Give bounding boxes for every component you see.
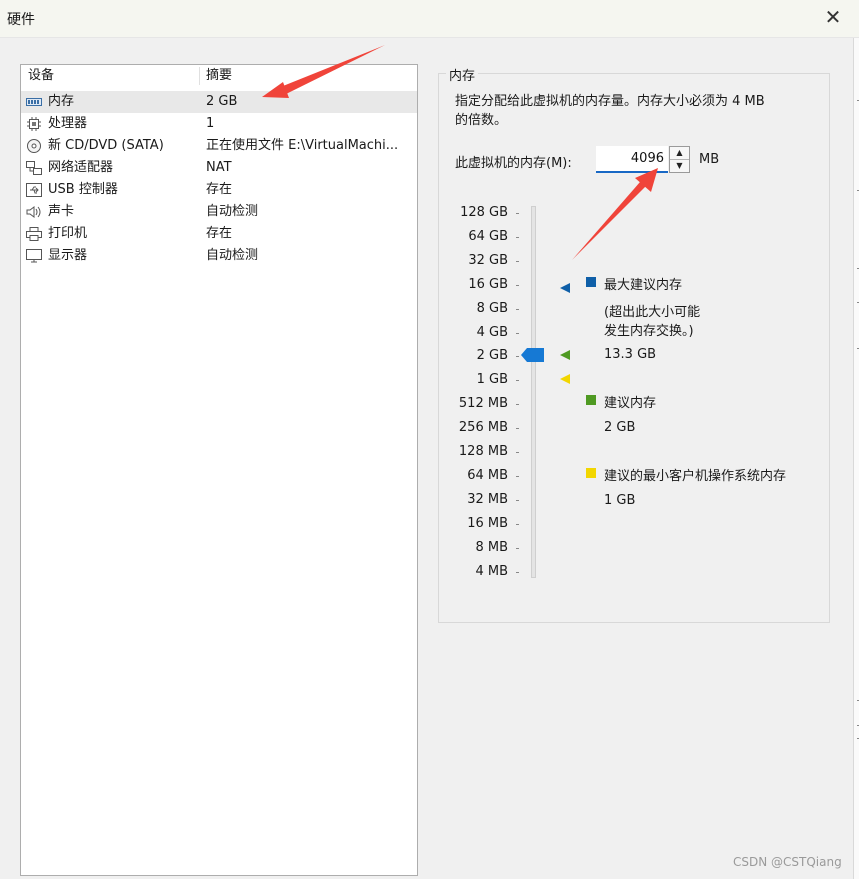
scale-label: 2 GB xyxy=(476,348,508,363)
max-recommended-swatch xyxy=(586,277,596,287)
memory-description-line1: 指定分配给此虚拟机的内存量。内存大小必须为 4 MB xyxy=(455,94,765,109)
scale-tick xyxy=(516,237,519,238)
memory-spinner[interactable]: ▲ ▼ xyxy=(669,146,690,173)
scale-label: 512 MB xyxy=(458,396,508,411)
max-recommended-title: 最大建议内存 xyxy=(604,278,683,293)
device-row-usb[interactable]: USB 控制器 存在 xyxy=(21,179,417,201)
device-name: 内存 xyxy=(48,94,75,109)
memory-icon xyxy=(26,98,42,106)
scale-tick xyxy=(516,524,519,525)
scale-tick xyxy=(516,572,519,573)
scale-tick xyxy=(516,333,519,334)
scale-tick xyxy=(516,452,519,453)
max-recommended-note-line2: 发生内存交换。) xyxy=(604,324,694,339)
device-summary: NAT xyxy=(206,160,232,175)
scale-tick xyxy=(516,309,519,310)
device-name: USB 控制器 xyxy=(48,182,118,197)
sound-card-icon xyxy=(26,206,41,218)
processor-icon xyxy=(27,117,41,131)
scale-label: 4 GB xyxy=(476,325,508,340)
device-row-sound[interactable]: 声卡 自动检测 xyxy=(21,201,417,223)
spin-up-icon[interactable]: ▲ xyxy=(670,147,689,160)
scale-tick xyxy=(516,548,519,549)
spin-down-icon[interactable]: ▼ xyxy=(670,160,689,172)
min-recommended-swatch xyxy=(586,468,596,478)
max-recommended-value: 13.3 GB xyxy=(604,347,657,362)
memory-description-line2: 的倍数。 xyxy=(455,113,508,128)
scale-label: 64 GB xyxy=(468,229,508,244)
title-bar: 硬件 ✕ xyxy=(0,0,859,38)
printer-icon xyxy=(26,227,42,241)
device-row-network[interactable]: 网络适配器 NAT xyxy=(21,157,417,179)
memory-description: 指定分配给此虚拟机的内存量。内存大小必须为 4 MB 的倍数。 xyxy=(455,92,825,130)
max-recommended-marker xyxy=(560,283,570,293)
memory-size-input[interactable] xyxy=(596,146,668,173)
device-summary: 自动检测 xyxy=(206,204,259,219)
recommended-title: 建议内存 xyxy=(604,396,657,411)
column-separator[interactable] xyxy=(199,67,200,85)
device-name: 声卡 xyxy=(48,204,75,219)
scale-tick xyxy=(516,500,519,501)
device-name: 网络适配器 xyxy=(48,160,114,175)
cd-dvd-icon xyxy=(27,139,41,153)
scale-tick xyxy=(516,261,519,262)
scale-label: 8 GB xyxy=(476,301,508,316)
scale-label: 8 MB xyxy=(475,540,508,555)
network-adapter-icon xyxy=(26,161,42,175)
column-header-device[interactable]: 设备 xyxy=(28,65,54,87)
scale-tick xyxy=(516,476,519,477)
recommended-swatch xyxy=(586,395,596,405)
scale-label: 4 MB xyxy=(475,564,508,579)
device-summary: 存在 xyxy=(206,182,233,197)
scale-label: 1 GB xyxy=(476,372,508,387)
memory-slider-thumb[interactable] xyxy=(521,348,545,362)
memory-group-title: 内存 xyxy=(446,65,479,84)
watermark: CSDN @CSTQiang xyxy=(733,855,842,869)
scale-label: 128 MB xyxy=(458,444,508,459)
device-row-memory[interactable]: 内存 2 GB xyxy=(21,91,417,113)
scale-label: 16 GB xyxy=(468,277,508,292)
device-name: 显示器 xyxy=(48,248,88,263)
device-name: 处理器 xyxy=(48,116,88,131)
device-summary: 正在使用文件 E:\VirtualMachi... xyxy=(206,138,399,153)
scale-tick xyxy=(516,356,519,357)
device-summary: 1 xyxy=(206,116,215,131)
min-recommended-marker xyxy=(560,374,570,384)
min-recommended-value: 1 GB xyxy=(604,493,636,508)
scale-label: 128 GB xyxy=(460,205,508,220)
scale-tick xyxy=(516,428,519,429)
device-name: 打印机 xyxy=(48,226,88,241)
scale-tick xyxy=(516,213,519,214)
scale-tick xyxy=(516,380,519,381)
scale-label: 256 MB xyxy=(458,420,508,435)
device-row-display[interactable]: 显示器 自动检测 xyxy=(21,245,417,267)
column-header-summary[interactable]: 摘要 xyxy=(206,65,232,87)
display-icon xyxy=(26,249,42,263)
device-summary: 存在 xyxy=(206,226,233,241)
min-recommended-title: 建议的最小客户机操作系统内存 xyxy=(604,469,787,484)
memory-unit: MB xyxy=(699,152,720,167)
scale-label: 16 MB xyxy=(467,516,508,531)
scale-tick xyxy=(516,285,519,286)
device-summary: 2 GB xyxy=(206,94,238,109)
scale-label: 64 MB xyxy=(467,468,508,483)
recommended-marker xyxy=(560,350,570,360)
window-title: 硬件 xyxy=(7,12,35,28)
scale-label: 32 MB xyxy=(467,492,508,507)
max-recommended-note-line1: (超出此大小可能 xyxy=(604,305,701,320)
usb-icon xyxy=(26,183,42,197)
window-right-edge xyxy=(853,38,859,879)
scale-label: 32 GB xyxy=(468,253,508,268)
memory-field-label: 此虚拟机的内存(M): xyxy=(455,156,572,171)
device-name: 新 CD/DVD (SATA) xyxy=(48,138,164,153)
memory-slider-track[interactable] xyxy=(531,206,536,578)
device-list[interactable]: 设备 摘要 内存 2 GB 处理器 1 新 CD/DVD (SATA) 正在使用… xyxy=(20,64,418,876)
close-icon[interactable]: ✕ xyxy=(822,6,844,28)
recommended-value: 2 GB xyxy=(604,420,636,435)
device-row-printer[interactable]: 打印机 存在 xyxy=(21,223,417,245)
device-summary: 自动检测 xyxy=(206,248,259,263)
scale-tick xyxy=(516,404,519,405)
device-row-cd-dvd[interactable]: 新 CD/DVD (SATA) 正在使用文件 E:\VirtualMachi..… xyxy=(21,135,417,157)
device-row-processor[interactable]: 处理器 1 xyxy=(21,113,417,135)
